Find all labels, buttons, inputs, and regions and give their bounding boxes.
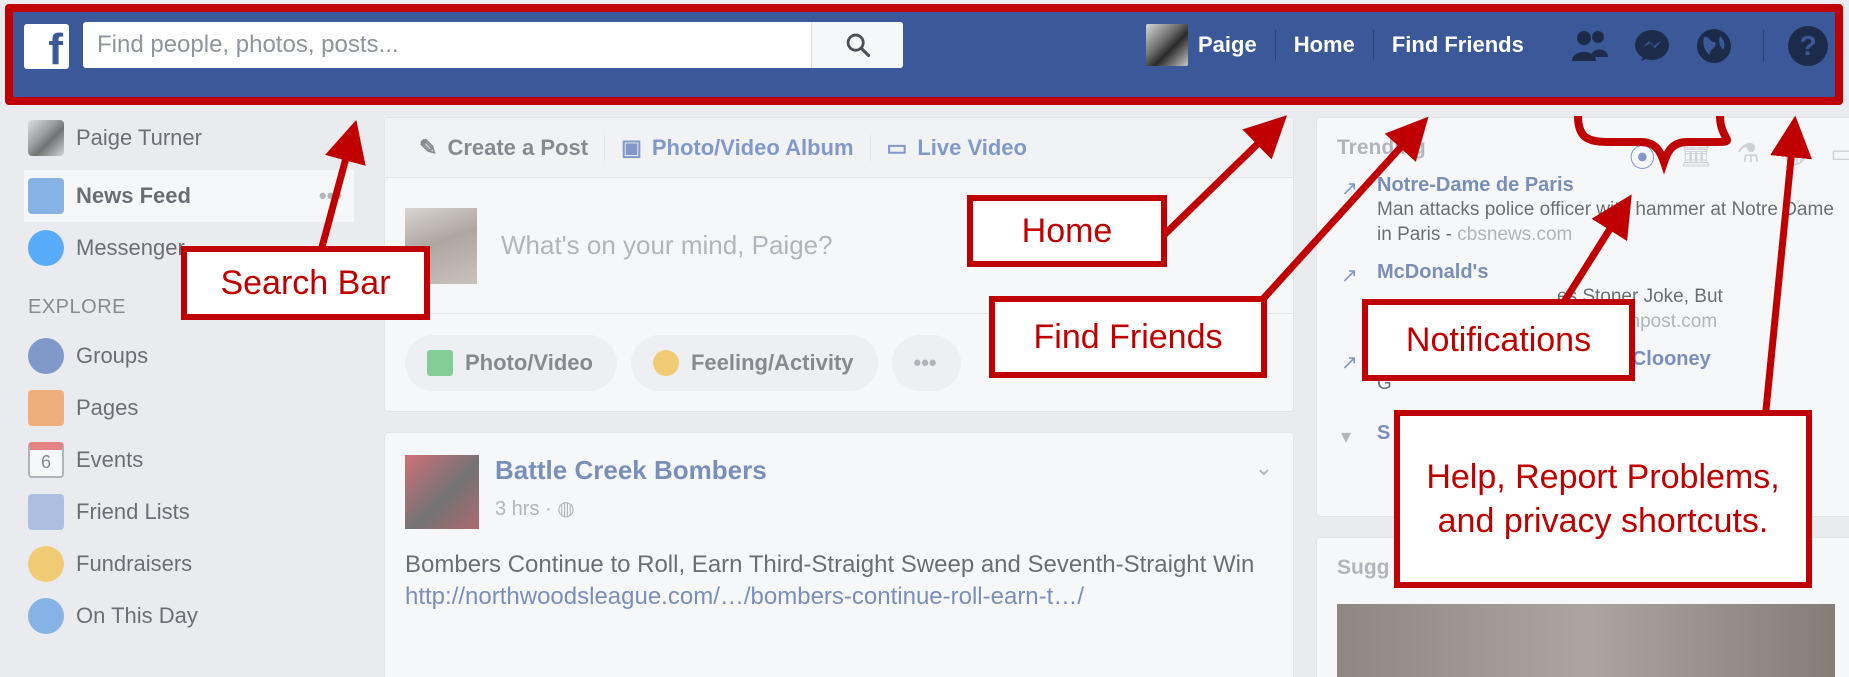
sidebar-item-events[interactable]: 6 Events: [28, 434, 368, 486]
album-icon: ▣: [621, 134, 642, 160]
button-label: Feeling/Activity: [690, 350, 854, 375]
sidebar-item-label: Friend Lists: [76, 499, 190, 524]
more-icon[interactable]: •••: [319, 183, 342, 209]
more-options-button[interactable]: •••: [891, 335, 961, 391]
avatar: [28, 120, 64, 156]
sidebar-item-label: Groups: [76, 343, 149, 368]
post-author[interactable]: Battle Creek Bombers: [495, 455, 767, 486]
help-icon[interactable]: ?: [1788, 26, 1828, 66]
notifications-globe-icon[interactable]: [1694, 26, 1734, 66]
sidebar-item-label: On This Day: [76, 603, 198, 628]
trending-top-icon[interactable]: ⦿: [1629, 138, 1655, 175]
sidebar-item-profile[interactable]: Paige Turner: [28, 112, 368, 164]
sidebar-item-groups[interactable]: Groups: [28, 330, 368, 382]
sidebar-item-label: Fundraisers: [76, 551, 193, 576]
globe-icon: ◍: [557, 498, 575, 520]
tab-label: Photo/Video Album: [651, 134, 854, 160]
tab-label: Create a Post: [447, 134, 589, 160]
entertainment-icon[interactable]: ▭: [1830, 138, 1849, 175]
annotation-search-bar: Search Bar: [181, 246, 430, 320]
post-header: Battle Creek Bombers 3 hrs · ◍ ⌄: [405, 455, 1273, 529]
trending-arrow-icon: ↗: [1341, 178, 1358, 200]
groups-icon: [28, 338, 64, 374]
photo-icon: [427, 350, 453, 376]
chevron-down-icon[interactable]: ⌄: [1255, 455, 1273, 481]
sidebar-item-friend-lists[interactable]: Friend Lists: [28, 486, 368, 538]
sidebar-item-label: Pages: [76, 395, 139, 420]
trending-arrow-icon: ↗: [1341, 352, 1358, 374]
on-this-day-clock-icon: [28, 598, 64, 634]
trending-item[interactable]: ↗ Notre-Dame de Paris Man attacks police…: [1337, 174, 1835, 247]
search-input[interactable]: [83, 22, 811, 68]
sidebar-item-pages[interactable]: Pages: [28, 382, 368, 434]
pages-flag-icon: [28, 390, 64, 426]
fundraisers-heart-icon: [28, 546, 64, 582]
avatar[interactable]: [405, 455, 479, 529]
trend-description: Man attacks police officer with hammer a…: [1377, 199, 1834, 245]
trending-arrow-icon: ↗: [1341, 265, 1358, 287]
sidebar-item-label: Messenger: [76, 235, 185, 260]
search-icon: [846, 33, 870, 58]
sidebar-item-news-feed[interactable]: News Feed •••: [24, 170, 354, 222]
annotation-notifications: Notifications: [1362, 299, 1635, 381]
button-label: •••: [913, 350, 937, 375]
avatar: [1146, 24, 1188, 66]
left-sidebar: Paige Turner News Feed ••• Messenger EXP…: [24, 112, 368, 642]
find-friends-link[interactable]: Find Friends: [1374, 32, 1542, 58]
annotation-find-friends: Find Friends: [989, 296, 1267, 378]
messages-icon[interactable]: [1632, 26, 1672, 66]
trending-category-tabs: ⦿ 🏛 ⚗ ◍ ▭: [1629, 138, 1849, 175]
composer-placeholder[interactable]: What's on your mind, Paige?: [501, 230, 833, 261]
profile-name: Paige: [1198, 32, 1257, 57]
messenger-icon: [28, 230, 64, 266]
photo-video-button[interactable]: Photo/Video: [405, 335, 617, 391]
post-link[interactable]: http://northwoodsleague.com/…/bombers-co…: [405, 583, 1273, 611]
composer-tabs: ✎ Create a Post ▣ Photo/Video Album ▭ Live …: [385, 118, 1293, 178]
feeling-activity-button[interactable]: Feeling/Activity: [630, 335, 878, 391]
sports-icon[interactable]: ◍: [1784, 138, 1807, 175]
sidebar-item-label: News Feed: [76, 183, 191, 208]
sidebar-user-name: Paige Turner: [76, 125, 202, 150]
button-label: Photo/Video: [465, 350, 593, 375]
science-icon[interactable]: ⚗: [1736, 138, 1759, 175]
profile-link[interactable]: Paige: [1128, 24, 1275, 66]
calendar-icon: 6: [28, 442, 64, 478]
post-meta: 3 hrs · ◍: [495, 498, 575, 520]
search-button[interactable]: [811, 22, 903, 68]
politics-icon[interactable]: 🏛: [1679, 138, 1712, 175]
page-content: Paige Turner News Feed ••• Messenger EXP…: [0, 112, 1849, 677]
annotation-help: Help, Report Problems, and privacy short…: [1394, 410, 1812, 588]
pencil-icon: ✎: [419, 134, 438, 160]
tab-photo-video-album[interactable]: ▣ Photo/Video Album: [604, 134, 869, 161]
video-camera-icon: ▭: [886, 134, 908, 160]
suggested-image[interactable]: [1337, 604, 1835, 677]
search-bar: [83, 22, 903, 68]
chevron-down-icon: ▾: [1341, 426, 1352, 448]
friend-requests-icon[interactable]: [1570, 26, 1610, 66]
sidebar-item-fundraisers[interactable]: Fundraisers: [28, 538, 368, 590]
post-time[interactable]: 3 hrs: [495, 498, 539, 520]
tab-live-video[interactable]: ▭ Live Video: [869, 134, 1043, 161]
sidebar-item-label: Events: [76, 447, 144, 472]
trend-name: Notre-Dame de Paris: [1377, 174, 1574, 196]
divider: [1763, 30, 1764, 62]
news-feed-icon: [28, 178, 64, 214]
trend-name: McDonald's: [1377, 261, 1489, 283]
feed-post: Battle Creek Bombers 3 hrs · ◍ ⌄ Bombers…: [384, 432, 1294, 677]
smiley-icon: [652, 350, 679, 376]
post-text: Bombers Continue to Roll, Earn Third-Str…: [405, 551, 1255, 578]
facebook-logo[interactable]: f: [24, 24, 69, 69]
sidebar-item-on-this-day[interactable]: On This Day: [28, 590, 368, 642]
annotation-home: Home: [967, 195, 1167, 267]
notification-jewels: [1570, 26, 1734, 66]
friend-lists-icon: [28, 494, 64, 530]
home-link[interactable]: Home: [1276, 32, 1373, 58]
top-nav-links: Paige Home Find Friends: [1128, 18, 1542, 72]
tab-create-post[interactable]: ✎ Create a Post: [403, 135, 604, 161]
tab-label: Live Video: [917, 134, 1027, 160]
